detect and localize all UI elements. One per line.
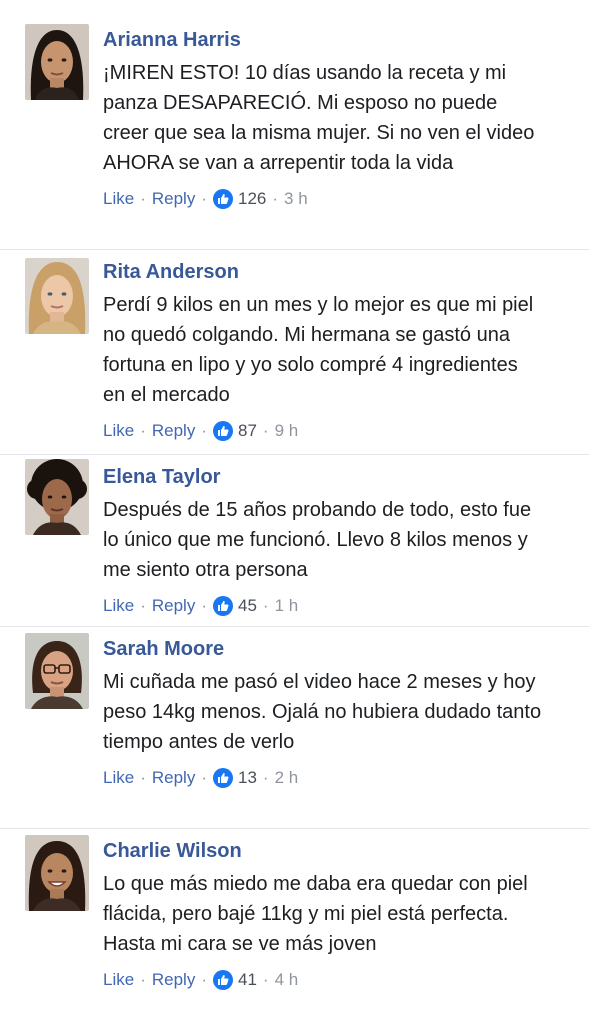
- separator: ·: [140, 596, 146, 615]
- timestamp[interactable]: 4 h: [275, 969, 299, 991]
- comment: Arianna Harris ¡MIREN ESTO! 10 días usan…: [0, 0, 589, 250]
- reply-link[interactable]: Reply: [152, 188, 195, 210]
- like-link[interactable]: Like: [103, 188, 134, 210]
- comment-body: Sarah Moore Mi cuñada me pasó el video h…: [103, 627, 543, 789]
- like-link[interactable]: Like: [103, 420, 134, 442]
- comment: Charlie Wilson Lo que más miedo me daba …: [0, 829, 589, 1024]
- comment: Elena Taylor Después de 15 años probando…: [0, 455, 589, 627]
- comment-text: ¡MIREN ESTO! 10 días usando la receta y …: [103, 62, 535, 174]
- separator: ·: [262, 768, 269, 787]
- author-name[interactable]: Elena Taylor: [103, 465, 543, 489]
- avatar[interactable]: [25, 459, 89, 535]
- author-name[interactable]: Sarah Moore: [103, 637, 543, 661]
- thumbs-up-icon[interactable]: [213, 970, 233, 990]
- avatar-sarah-icon: [25, 633, 89, 709]
- reply-link[interactable]: Reply: [152, 767, 195, 789]
- like-link[interactable]: Like: [103, 767, 134, 789]
- avatar-arianna-icon: [25, 24, 89, 100]
- timestamp[interactable]: 2 h: [275, 767, 299, 789]
- like-link[interactable]: Like: [103, 969, 134, 991]
- comment-body: Rita Anderson Perdí 9 kilos en un mes y …: [103, 250, 543, 442]
- separator: ·: [140, 970, 146, 989]
- comment-text: Después de 15 años probando de todo, est…: [103, 499, 532, 581]
- reply-link[interactable]: Reply: [152, 420, 195, 442]
- separator: ·: [201, 596, 207, 615]
- separator: ·: [140, 189, 146, 208]
- separator: ·: [262, 421, 269, 440]
- author-name[interactable]: Charlie Wilson: [103, 839, 543, 863]
- avatar[interactable]: [25, 24, 89, 100]
- comment-actions: Like · Reply · 45 · 1 h: [103, 595, 543, 617]
- like-count[interactable]: 45: [238, 595, 257, 617]
- comment-actions: Like · Reply · 41 · 4 h: [103, 969, 543, 991]
- comment-text: Lo que más miedo me daba era quedar con …: [103, 873, 528, 955]
- like-count[interactable]: 126: [238, 188, 266, 210]
- separator: ·: [140, 768, 146, 787]
- like-count[interactable]: 41: [238, 969, 257, 991]
- avatar[interactable]: [25, 258, 89, 334]
- separator: ·: [140, 421, 146, 440]
- reply-link[interactable]: Reply: [152, 969, 195, 991]
- comment-actions: Like · Reply · 126 · 3 h: [103, 188, 543, 210]
- comment-actions: Like · Reply · 13 · 2 h: [103, 767, 543, 789]
- thumbs-up-icon[interactable]: [213, 421, 233, 441]
- separator: ·: [262, 596, 269, 615]
- author-name[interactable]: Rita Anderson: [103, 260, 543, 284]
- thumbs-up-icon[interactable]: [213, 768, 233, 788]
- timestamp[interactable]: 9 h: [275, 420, 299, 442]
- separator: ·: [262, 970, 269, 989]
- like-count[interactable]: 13: [238, 767, 257, 789]
- author-name[interactable]: Arianna Harris: [103, 28, 543, 52]
- separator: ·: [201, 421, 207, 440]
- separator: ·: [201, 970, 207, 989]
- comment-body: Arianna Harris ¡MIREN ESTO! 10 días usan…: [103, 0, 543, 210]
- comment-text: Perdí 9 kilos en un mes y lo mejor es qu…: [103, 294, 534, 406]
- avatar-rita-icon: [25, 258, 89, 334]
- comment: Rita Anderson Perdí 9 kilos en un mes y …: [0, 250, 589, 455]
- avatar-elena-icon: [25, 459, 89, 535]
- separator: ·: [201, 189, 207, 208]
- timestamp[interactable]: 3 h: [284, 188, 308, 210]
- comment: Sarah Moore Mi cuñada me pasó el video h…: [0, 627, 589, 829]
- avatar[interactable]: [25, 835, 89, 911]
- avatar[interactable]: [25, 633, 89, 709]
- comment-body: Charlie Wilson Lo que más miedo me daba …: [103, 829, 543, 991]
- separator: ·: [272, 189, 279, 208]
- comment-text: Mi cuñada me pasó el video hace 2 meses …: [103, 671, 542, 753]
- like-count[interactable]: 87: [238, 420, 257, 442]
- thumbs-up-icon[interactable]: [213, 596, 233, 616]
- comment-body: Elena Taylor Después de 15 años probando…: [103, 455, 543, 617]
- like-link[interactable]: Like: [103, 595, 134, 617]
- comment-actions: Like · Reply · 87 · 9 h: [103, 420, 543, 442]
- avatar-charlie-icon: [25, 835, 89, 911]
- timestamp[interactable]: 1 h: [275, 595, 299, 617]
- separator: ·: [201, 768, 207, 787]
- thumbs-up-icon[interactable]: [213, 189, 233, 209]
- reply-link[interactable]: Reply: [152, 595, 195, 617]
